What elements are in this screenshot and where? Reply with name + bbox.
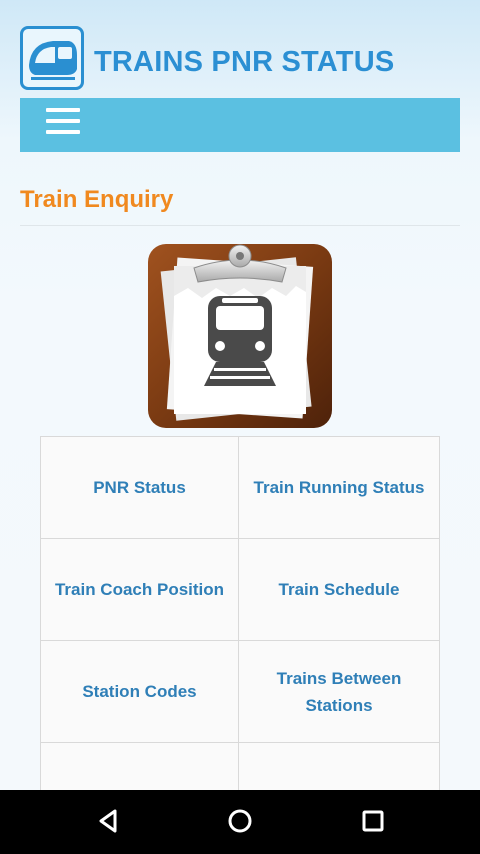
train-icon[interactable] [20,26,84,90]
recents-icon[interactable] [358,806,388,836]
hamburger-menu-icon[interactable] [46,108,80,134]
trains-between-stations-button[interactable]: Trains Between Stations [239,641,440,743]
pnr-status-button[interactable]: PNR Status [41,437,239,539]
back-icon[interactable] [93,806,123,836]
train-running-status-button[interactable]: Train Running Status [239,437,440,539]
app-header: TRAINS PNR STATUS [20,26,460,96]
divider [20,225,460,226]
navbar [20,98,460,152]
system-navigation-bar [0,790,480,854]
menu-cell-partial[interactable] [41,743,239,790]
station-codes-button[interactable]: Station Codes [41,641,239,743]
train-coach-position-button[interactable]: Train Coach Position [41,539,239,641]
menu-cell-partial[interactable] [239,743,440,790]
section-title: Train Enquiry [20,186,174,213]
train-schedule-button[interactable]: Train Schedule [239,539,440,641]
menu-grid: PNR Status Train Running Status Train Co… [40,436,440,790]
app-title: TRAINS PNR STATUS [94,46,395,78]
train-clipboard-icon [146,238,334,430]
home-icon[interactable] [225,806,255,836]
